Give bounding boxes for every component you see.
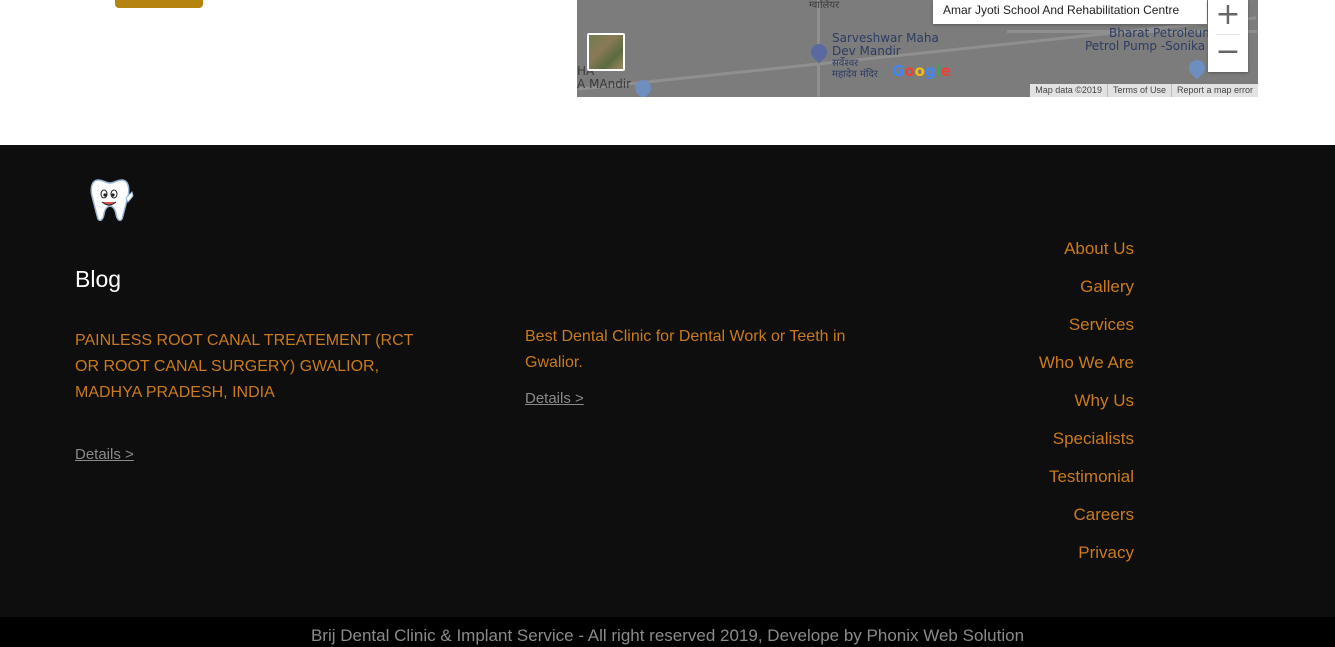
copyright-text: Brij Dental Clinic & Implant Service - A… — [310, 626, 1025, 645]
place-card[interactable]: Amar Jyoti School And Rehabilitation Cen… — [933, 0, 1207, 24]
nav-services[interactable]: Services — [1039, 306, 1134, 344]
footer: Blog PAINLESS ROOT CANAL TREATEMENT (RCT… — [0, 145, 1335, 617]
blog-post-details-link[interactable]: Details > — [75, 446, 134, 463]
nav-gallery[interactable]: Gallery — [1039, 268, 1134, 306]
blog-post-title: Best Dental Clinic for Dental Work or Te… — [525, 328, 846, 371]
report-map-error-link[interactable]: Report a map error — [1170, 84, 1258, 97]
copyright-bar: Brij Dental Clinic & Implant Service - A… — [0, 617, 1335, 647]
zoom-out-button[interactable]: − — [1208, 37, 1248, 71]
nav-testimonial[interactable]: Testimonial — [1039, 458, 1134, 496]
terms-link[interactable]: Terms of Use — [1106, 84, 1171, 97]
tooth-logo-icon[interactable] — [84, 172, 136, 224]
satellite-toggle-button[interactable] — [587, 33, 625, 71]
nav-privacy[interactable]: Privacy — [1039, 534, 1134, 572]
google-logo: Google — [892, 62, 952, 80]
zoom-control: + − — [1208, 0, 1248, 72]
nav-who-we-are[interactable]: Who We Are — [1039, 344, 1134, 382]
nav-specialists[interactable]: Specialists — [1039, 420, 1134, 458]
temple-pin-icon — [807, 40, 831, 64]
map-label: Sarveshwar Maha — [832, 31, 939, 45]
map-label: Bharat Petroleum — [1109, 26, 1214, 40]
place-name: Amar Jyoti School And Rehabilitation Cen… — [943, 3, 1180, 17]
footer-nav: About Us Gallery Services Who We Are Why… — [1039, 230, 1134, 572]
map-label: Petrol Pump -Sonika — [1085, 39, 1206, 53]
petrol-pin-icon — [1185, 56, 1209, 80]
map-label: महादेव मंदिर — [832, 69, 878, 80]
zoom-in-button[interactable]: + — [1208, 0, 1248, 34]
top-button[interactable] — [115, 0, 203, 8]
nav-why-us[interactable]: Why Us — [1039, 382, 1135, 420]
nav-about-us[interactable]: About Us — [1039, 230, 1134, 268]
nav-careers[interactable]: Careers — [1039, 496, 1134, 534]
map-embed[interactable]: ग्वालियर Sarveshwar Maha Dev Mandir सर्व… — [577, 0, 1258, 97]
blog-post-title: PAINLESS ROOT CANAL TREATEMENT (RCT OR R… — [75, 332, 414, 401]
blog-post-details-link[interactable]: Details > — [525, 390, 584, 407]
map-label: Dev Mandir — [832, 44, 901, 58]
blog-heading: Blog — [75, 266, 122, 292]
map-label: ग्वालियर — [809, 0, 840, 11]
map-data-text: Map data ©2019 — [1035, 85, 1102, 95]
map-label: A MAndir — [577, 77, 632, 91]
map-attribution: Map data ©2019 Terms of Use Report a map… — [1030, 84, 1258, 97]
